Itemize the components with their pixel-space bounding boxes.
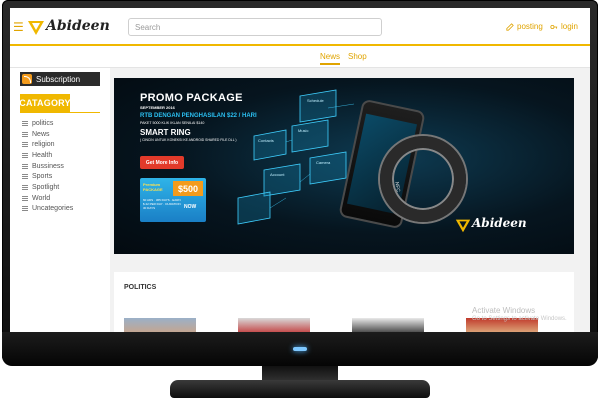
category-item-sports[interactable]: Sports bbox=[22, 171, 73, 182]
edit-icon bbox=[506, 22, 514, 31]
category-label: politics bbox=[32, 119, 54, 127]
news-thumbnail[interactable] bbox=[124, 318, 196, 332]
card-price: $500 bbox=[173, 181, 203, 196]
card-label: Premium PACKAGE bbox=[143, 182, 163, 192]
tab-bar: News Shop bbox=[10, 46, 590, 68]
posting-link[interactable]: posting bbox=[506, 22, 543, 31]
promo-line-4: ( CINCIN UNTUK KONEKSI KE ANDROID SHARED… bbox=[140, 138, 237, 142]
category-item-news[interactable]: News bbox=[22, 129, 73, 140]
politics-title: POLITICS bbox=[124, 284, 157, 291]
category-item-religion[interactable]: religion bbox=[22, 139, 73, 150]
website-screen: ☰ Abideen posting login News Shop bbox=[10, 8, 590, 332]
list-icon bbox=[22, 142, 28, 148]
promo-title: PROMO PACKAGE bbox=[140, 92, 243, 104]
sidebar: Subscription CATAGORY politics News reli… bbox=[10, 68, 110, 332]
promo-line-3: SMART RING bbox=[140, 128, 191, 137]
search-input[interactable] bbox=[128, 18, 382, 36]
category-heading: CATAGORY bbox=[19, 94, 71, 112]
monitor-stand-base bbox=[170, 380, 430, 398]
list-icon bbox=[22, 174, 28, 180]
premium-package-card[interactable]: Premium PACKAGE $500 60 ADS · 365 DAYS ·… bbox=[140, 178, 206, 222]
rss-icon bbox=[22, 74, 32, 84]
tv-monitor: ☰ Abideen posting login News Shop bbox=[0, 0, 600, 400]
logo-mark-icon bbox=[455, 219, 471, 233]
list-icon bbox=[22, 120, 28, 126]
list-icon bbox=[22, 163, 28, 169]
activate-windows-watermark: Activate Windows bbox=[472, 306, 536, 315]
subscription-label: Subscription bbox=[36, 74, 81, 84]
category-label: religion bbox=[32, 141, 55, 149]
category-divider bbox=[20, 112, 100, 113]
main-content: Schedule Music Contacts Camera Account P… bbox=[110, 68, 590, 332]
category-label: Bussiness bbox=[32, 162, 64, 170]
category-label: World bbox=[32, 194, 51, 202]
category-item-health[interactable]: Health bbox=[22, 150, 73, 161]
promo-banner[interactable]: Schedule Music Contacts Camera Account P… bbox=[114, 78, 574, 254]
category-item-uncategories[interactable]: Uncategories bbox=[22, 204, 73, 215]
login-label: login bbox=[561, 22, 578, 31]
logo-mark-icon bbox=[28, 21, 44, 35]
list-icon bbox=[22, 195, 28, 201]
panel-label: Music bbox=[298, 128, 309, 133]
hamburger-menu-icon[interactable]: ☰ bbox=[13, 21, 24, 33]
tab-shop[interactable]: Shop bbox=[348, 52, 367, 61]
banner-logo: Abideen bbox=[454, 214, 544, 236]
category-item-bussiness[interactable]: Bussiness bbox=[22, 161, 73, 172]
logo-text: Abideen bbox=[46, 18, 110, 34]
list-icon bbox=[22, 131, 28, 137]
promo-line-1: RTB DENGAN PENGHASILAN $22 / HARI bbox=[140, 113, 257, 119]
category-label: Sports bbox=[32, 173, 53, 181]
activate-windows-subtitle: Go to Settings to activate Windows. bbox=[472, 316, 567, 322]
site-logo[interactable]: Abideen bbox=[26, 16, 110, 38]
news-thumbnail[interactable] bbox=[238, 318, 310, 332]
promo-line-2: PAKET 5000 KLIK IKLAN SENILAI $140 bbox=[140, 121, 205, 125]
panel-label: Contacts bbox=[258, 138, 274, 143]
tab-news[interactable]: News bbox=[320, 52, 341, 65]
politics-section: POLITICS Activate Windows Go to Settings… bbox=[114, 272, 574, 332]
smart-ring-image bbox=[380, 136, 466, 222]
list-icon bbox=[22, 152, 28, 158]
login-link[interactable]: login bbox=[550, 22, 578, 31]
get-more-info-button[interactable]: Get More Info bbox=[140, 156, 184, 169]
category-label: Uncategories bbox=[32, 205, 74, 213]
key-icon bbox=[550, 24, 558, 29]
news-thumbnail[interactable] bbox=[352, 318, 424, 332]
category-label: Health bbox=[32, 151, 53, 159]
card-now: NOW bbox=[184, 204, 197, 210]
list-icon bbox=[22, 184, 28, 190]
panel-label: Camera bbox=[316, 160, 331, 165]
category-item-politics[interactable]: politics bbox=[22, 118, 73, 129]
category-label: News bbox=[32, 130, 50, 138]
promo-date: SEPTEMBER 2016 bbox=[140, 105, 175, 110]
category-label: Spotlight bbox=[32, 183, 60, 191]
category-item-spotlight[interactable]: Spotlight bbox=[22, 182, 73, 193]
panel-label: Schedule bbox=[307, 98, 324, 103]
top-navigation-bar: ☰ Abideen posting login bbox=[10, 8, 590, 46]
category-item-world[interactable]: World bbox=[22, 193, 73, 204]
card-text: 60 ADS · 365 DAYS · EARN $ 22 PER DAY · … bbox=[143, 198, 181, 210]
power-indicator bbox=[293, 347, 307, 351]
posting-label: posting bbox=[517, 22, 543, 31]
subscription-button[interactable]: Subscription bbox=[20, 72, 100, 86]
banner-logo-text: Abideen bbox=[472, 216, 527, 230]
category-list: politics News religion Health Bussiness … bbox=[22, 118, 73, 214]
panel-label: Account bbox=[270, 172, 285, 177]
list-icon bbox=[22, 206, 28, 212]
